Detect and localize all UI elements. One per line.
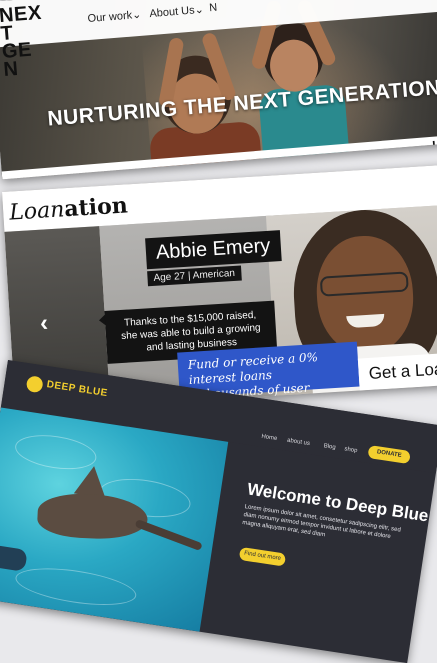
chevron-down-icon: ⌄ xyxy=(194,3,205,17)
chevron-down-icon: ⌄ xyxy=(131,8,142,22)
nav-more[interactable]: N xyxy=(209,2,218,15)
logo-part: ation xyxy=(63,192,129,223)
logo-part: Loan xyxy=(8,197,66,226)
deepblue-logo-icon[interactable] xyxy=(25,375,44,394)
plus-icon[interactable]: + xyxy=(426,133,437,162)
deepblue-site-card: DEEP BLUE Home about us Blog shop DONATE… xyxy=(0,360,437,663)
nav-label: About Us xyxy=(149,4,196,21)
chevron-left-icon[interactable]: ‹ xyxy=(39,309,49,337)
find-out-more-button[interactable]: Find out more xyxy=(238,546,287,567)
nav-our-work[interactable]: Our work⌄ xyxy=(87,8,142,25)
get-loan-button[interactable]: Get a Loan! › xyxy=(357,352,437,391)
deepblue-logo[interactable]: DEEP BLUE xyxy=(46,379,109,399)
nav-label: N xyxy=(208,1,218,15)
logo-text: NEXT GEN xyxy=(0,1,43,81)
nextgen-logo[interactable]: NEXT GEN xyxy=(0,1,48,81)
nav-label: Our work xyxy=(87,9,133,26)
water-ripple xyxy=(13,561,139,612)
loanation-logo[interactable]: Loanation xyxy=(8,192,129,226)
nav-about-us[interactable]: About Us⌄ xyxy=(149,3,204,20)
button-label: Get a Loan! xyxy=(368,358,437,383)
nextgen-site-card: NEXT GEN Our work⌄ About Us⌄ N NURTURING… xyxy=(0,0,437,180)
